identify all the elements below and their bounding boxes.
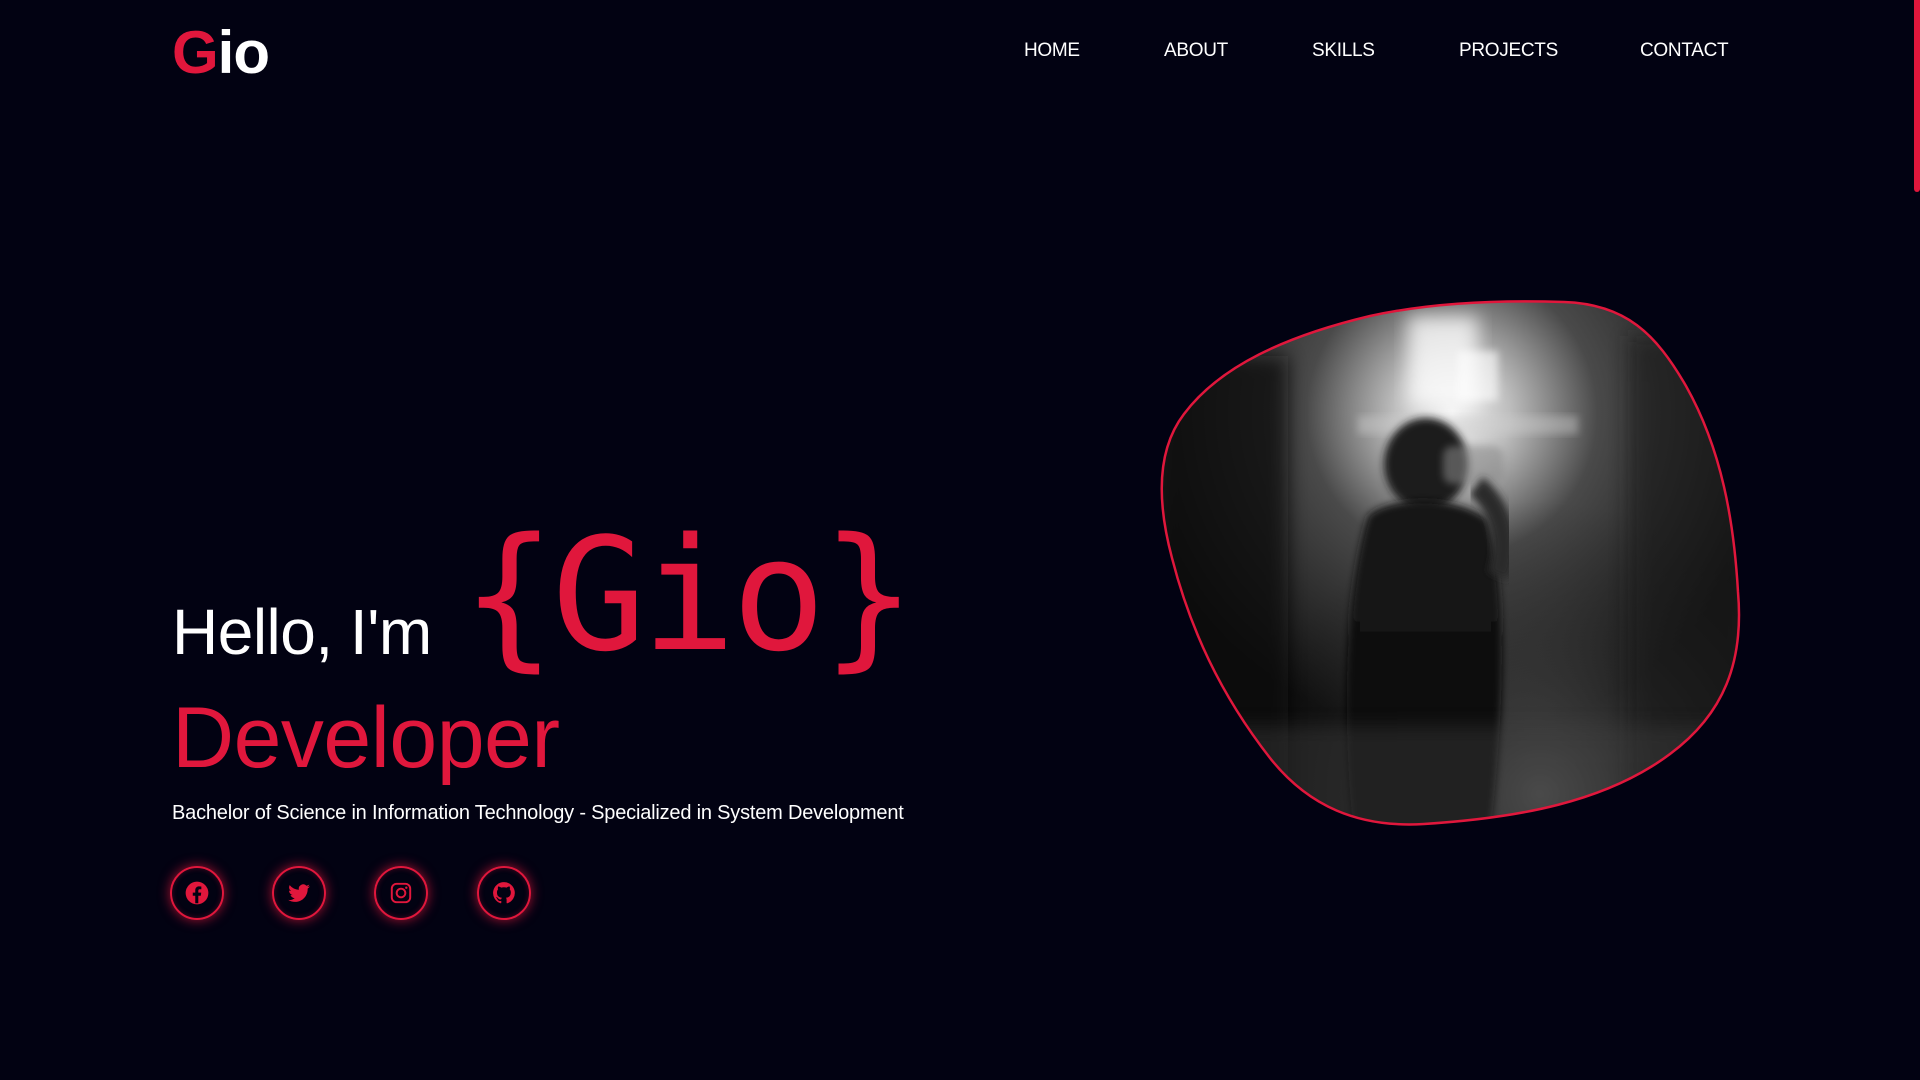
page: Gio HOME ABOUT SKILLS PROJECTS CONTACT H…: [0, 0, 1920, 1080]
twitter-link[interactable]: [272, 866, 326, 920]
hero-degree: Bachelor of Science in Information Techn…: [172, 802, 904, 824]
hero-heading: Hello, I'm {Gio}: [172, 510, 972, 690]
nav-about[interactable]: ABOUT: [1164, 38, 1228, 64]
twitter-icon: [288, 884, 310, 902]
profile-photo: [1158, 296, 1746, 882]
social-links: [170, 866, 570, 922]
facebook-icon: [185, 881, 209, 905]
main-nav: HOME ABOUT SKILLS PROJECTS CONTACT: [0, 38, 1920, 64]
github-link[interactable]: [477, 866, 531, 920]
nav-contact[interactable]: CONTACT: [1640, 38, 1729, 64]
facebook-link[interactable]: [170, 866, 224, 920]
github-icon: [493, 882, 515, 904]
nav-projects[interactable]: PROJECTS: [1459, 38, 1558, 64]
instagram-link[interactable]: [374, 866, 428, 920]
hero-greeting: Hello, I'm: [172, 596, 432, 668]
scroll-indicator[interactable]: [1914, 0, 1920, 192]
hero-name: {Gio}: [462, 504, 916, 686]
nav-home[interactable]: HOME: [1024, 38, 1080, 64]
instagram-icon: [390, 882, 412, 904]
profile-photo-blob: [1160, 300, 1741, 826]
nav-skills[interactable]: SKILLS: [1312, 38, 1375, 64]
hero-role: Developer: [172, 690, 560, 786]
